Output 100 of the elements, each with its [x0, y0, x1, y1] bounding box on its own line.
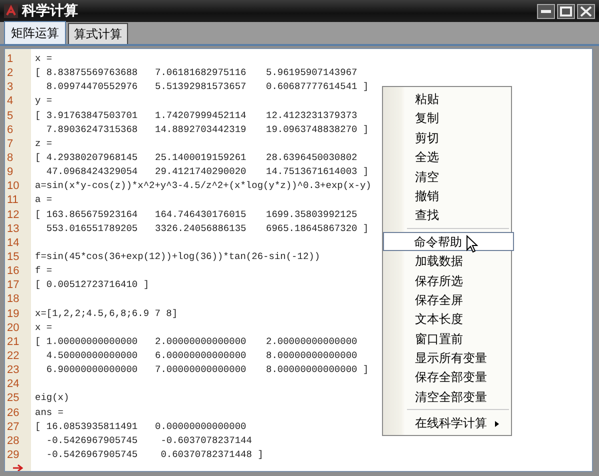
code-line: ans =	[35, 406, 64, 420]
line-number: 1	[6, 52, 14, 66]
matrix-value: [ 4.29380207968145	[35, 150, 139, 165]
line-number: 17	[6, 278, 20, 292]
menu-item[interactable]: 全选	[384, 147, 510, 167]
menu-item[interactable]: 查找	[384, 205, 510, 225]
line-number: 6	[6, 122, 14, 137]
matrix-value: 1699.35803992125	[266, 208, 358, 222]
matrix-value: 6965.18645867320 ]	[266, 222, 369, 236]
matrix-value: 0.60370782371448 ]	[160, 448, 264, 462]
matrix-value: 2.00000000000000	[155, 334, 248, 349]
matrix-value: -0.5426967905745	[45, 448, 139, 462]
matrix-value: 4.50000000000000	[45, 348, 139, 363]
matrix-value: 6.90000000000000	[45, 363, 139, 378]
menu-item[interactable]: 窗口置前	[384, 328, 510, 348]
matrix-value: 14.8892703442319	[155, 122, 248, 137]
menu-item[interactable]: 剪切	[384, 128, 510, 148]
line-number: 26	[6, 406, 20, 420]
matrix-value: 553.016551789205	[45, 222, 139, 236]
tab[interactable]: 算式计算	[68, 23, 128, 44]
matrix-value: 29.4121740290020	[155, 165, 248, 180]
code-line: a=sin(x*y-cos(z))*x^2+y^3-4.5/z^2+(x*log(y*z))^0.3+exp(x-y)	[35, 179, 372, 194]
app-icon	[4, 4, 18, 18]
matrix-value: [ 163.865675923164	[35, 208, 139, 222]
line-number: 9	[6, 165, 14, 180]
code-line: x=[1,2,2;4.5,6,8;6.9 7 8]	[35, 306, 178, 321]
line-number: 24	[6, 377, 20, 392]
matrix-value: 19.0963748838270 ]	[266, 122, 369, 137]
line-number: 5	[6, 108, 14, 123]
code-line: x =	[35, 52, 52, 66]
line-number: 7	[6, 136, 14, 151]
code-line: y =	[35, 94, 52, 108]
line-number: 16	[6, 264, 20, 278]
line-number: 15	[6, 250, 20, 264]
matrix-value: 3326.24056886135	[155, 222, 248, 236]
matrix-value: 14.7513671614003 ]	[266, 165, 369, 180]
line-number: 23	[6, 363, 20, 378]
line-number: 13	[6, 222, 20, 236]
menu-item[interactable]: 清空	[384, 166, 510, 186]
mouse-cursor-icon	[466, 234, 478, 253]
menu-item[interactable]: 保存全部变量	[384, 367, 510, 387]
code-line: f=sin(45*cos(36+exp(12))+log(36))*tan(26-sin(-12))	[35, 250, 320, 264]
matrix-value: 2.00000000000000	[266, 334, 358, 349]
line-number: 18	[6, 292, 20, 307]
menu-item[interactable]: 显示所有变量	[384, 348, 510, 368]
code-line: [ 0.00512723716410 ]	[35, 278, 150, 292]
line-number: 22	[6, 348, 20, 364]
line-number: 2	[6, 66, 14, 80]
menu-item[interactable]: 复制	[384, 108, 510, 128]
menu-item[interactable]: 命令帮助	[383, 232, 514, 252]
line-number: 27	[6, 420, 20, 434]
line-number: 14	[6, 236, 20, 250]
line-number: 25	[6, 391, 20, 406]
matrix-value: 12.4123231379373	[266, 108, 358, 123]
line-number: 28	[6, 434, 20, 448]
matrix-value: 7.00000000000000	[155, 363, 248, 378]
code-line: x =	[35, 320, 52, 335]
matrix-value: 8.00000000000000 ]	[266, 363, 369, 378]
menu-item[interactable]: 清空全部变量	[384, 386, 510, 406]
matrix-value: 0.00000000000000	[155, 420, 248, 434]
code-line: eig(x)	[35, 391, 70, 406]
line-number: 21	[6, 334, 20, 349]
menu-item[interactable]: 加载数据	[384, 251, 510, 271]
matrix-value: [ 16.0853935811491	[35, 420, 139, 434]
tab[interactable]: 矩阵运算	[4, 21, 66, 44]
submenu-arrow-icon	[495, 421, 499, 428]
matrix-value: 5.96195907143967	[266, 66, 358, 80]
maximize-button[interactable]	[557, 4, 575, 18]
menu-item[interactable]: 保存全屏	[384, 290, 510, 310]
matrix-value: -0.5426967905745	[45, 434, 139, 448]
matrix-value: 0.60687777614541 ]	[266, 80, 369, 94]
matrix-value: 8.00000000000000	[266, 348, 358, 363]
minimize-button[interactable]	[537, 4, 555, 18]
line-number: 3	[6, 80, 14, 94]
menu-item[interactable]: 保存所选	[384, 270, 510, 290]
matrix-value: 47.0968424329054	[45, 165, 139, 180]
menu-item[interactable]: 文本长度	[384, 309, 510, 329]
matrix-value: 7.89036247315368	[45, 122, 139, 137]
line-number: 12	[6, 208, 20, 222]
prompt-arrow-icon	[13, 464, 23, 471]
line-number: 4	[6, 94, 14, 109]
matrix-value: 6.00000000000000	[155, 348, 248, 363]
matrix-value: 28.6396450030802	[266, 150, 358, 165]
matrix-value: 25.1400019159261	[155, 150, 248, 165]
matrix-value: 7.06181682975116	[155, 66, 248, 80]
menu-item[interactable]: 粘贴	[384, 89, 510, 108]
menu-item[interactable]: 撤销	[384, 186, 510, 206]
line-number: 11	[6, 193, 20, 208]
window-title: 科学计算	[22, 2, 79, 20]
line-number: 20	[6, 320, 20, 335]
matrix-value: -0.6037078237144	[160, 434, 253, 448]
matrix-value: [ 1.00000000000000	[35, 334, 139, 349]
matrix-value: 164.746430176015	[155, 208, 248, 222]
close-button[interactable]	[577, 4, 595, 18]
line-number: 19	[6, 306, 20, 321]
code-line: a =	[35, 193, 52, 208]
menu-item[interactable]: 在线科学计算	[384, 413, 510, 433]
matrix-value: [ 3.91763847503701	[35, 108, 139, 123]
line-number: 8	[6, 150, 14, 166]
matrix-value: 1.74207999452114	[155, 108, 248, 123]
